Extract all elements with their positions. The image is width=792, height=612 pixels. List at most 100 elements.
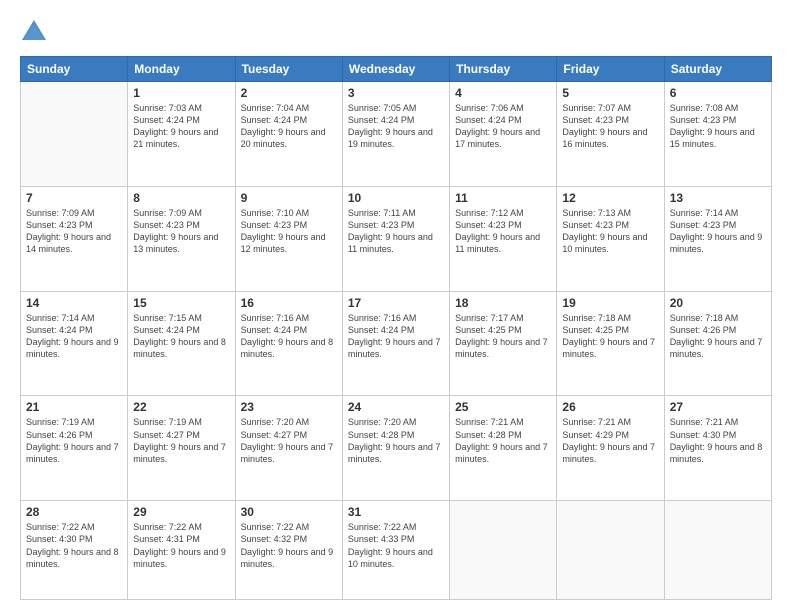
day-number: 27 xyxy=(670,400,766,414)
day-info: Sunrise: 7:07 AMSunset: 4:23 PMDaylight:… xyxy=(562,102,658,151)
weekday-header: Saturday xyxy=(664,57,771,82)
calendar-cell: 10 Sunrise: 7:11 AMSunset: 4:23 PMDayligh… xyxy=(342,186,449,291)
calendar-cell xyxy=(450,501,557,600)
day-info: Sunrise: 7:05 AMSunset: 4:24 PMDaylight:… xyxy=(348,102,444,151)
day-info: Sunrise: 7:22 AMSunset: 4:32 PMDaylight:… xyxy=(241,521,337,570)
calendar-cell xyxy=(557,501,664,600)
day-info: Sunrise: 7:06 AMSunset: 4:24 PMDaylight:… xyxy=(455,102,551,151)
day-number: 22 xyxy=(133,400,229,414)
weekday-header: Monday xyxy=(128,57,235,82)
calendar-cell: 4 Sunrise: 7:06 AMSunset: 4:24 PMDaylight… xyxy=(450,82,557,187)
page: SundayMondayTuesdayWednesdayThursdayFrid… xyxy=(0,0,792,612)
calendar-cell: 6Sunrise: 7:08 AMSunset: 4:23 PMDaylight… xyxy=(664,82,771,187)
day-info: Sunrise: 7:20 AMSunset: 4:27 PMDaylight:… xyxy=(241,416,337,465)
day-info: Sunrise: 7:17 AMSunset: 4:25 PMDaylight:… xyxy=(455,312,551,361)
day-info: Sunrise: 7:22 AMSunset: 4:33 PMDaylight:… xyxy=(348,521,444,570)
calendar-cell: 17 Sunrise: 7:16 AMSunset: 4:24 PMDayligh… xyxy=(342,291,449,396)
day-info: Sunrise: 7:11 AMSunset: 4:23 PMDaylight:… xyxy=(348,207,444,256)
calendar-cell: 18 Sunrise: 7:17 AMSunset: 4:25 PMDayligh… xyxy=(450,291,557,396)
calendar-cell: 12Sunrise: 7:13 AMSunset: 4:23 PMDayligh… xyxy=(557,186,664,291)
calendar-cell: 25 Sunrise: 7:21 AMSunset: 4:28 PMDayligh… xyxy=(450,396,557,501)
calendar-cell: 14 Sunrise: 7:14 AMSunset: 4:24 PMDayligh… xyxy=(21,291,128,396)
calendar-cell: 1 Sunrise: 7:03 AMSunset: 4:24 PMDaylight… xyxy=(128,82,235,187)
day-number: 25 xyxy=(455,400,551,414)
calendar-cell: 20 Sunrise: 7:18 AMSunset: 4:26 PMDayligh… xyxy=(664,291,771,396)
day-info: Sunrise: 7:19 AMSunset: 4:27 PMDaylight:… xyxy=(133,416,229,465)
day-info: Sunrise: 7:10 AMSunset: 4:23 PMDaylight:… xyxy=(241,207,337,256)
day-number: 23 xyxy=(241,400,337,414)
day-number: 1 xyxy=(133,86,229,100)
header xyxy=(20,18,772,46)
weekday-header: Wednesday xyxy=(342,57,449,82)
day-number: 16 xyxy=(241,296,337,310)
calendar-cell: 11Sunrise: 7:12 AMSunset: 4:23 PMDayligh… xyxy=(450,186,557,291)
logo xyxy=(20,18,52,46)
day-info: Sunrise: 7:18 AMSunset: 4:26 PMDaylight:… xyxy=(670,312,766,361)
calendar-cell: 8 Sunrise: 7:09 AMSunset: 4:23 PMDaylight… xyxy=(128,186,235,291)
day-number: 30 xyxy=(241,505,337,519)
day-number: 4 xyxy=(455,86,551,100)
day-number: 6 xyxy=(670,86,766,100)
logo-icon xyxy=(20,18,48,46)
day-info: Sunrise: 7:04 AMSunset: 4:24 PMDaylight:… xyxy=(241,102,337,151)
day-info: Sunrise: 7:19 AMSunset: 4:26 PMDaylight:… xyxy=(26,416,122,465)
calendar-table: SundayMondayTuesdayWednesdayThursdayFrid… xyxy=(20,56,772,600)
calendar-cell: 21 Sunrise: 7:19 AMSunset: 4:26 PMDayligh… xyxy=(21,396,128,501)
day-number: 29 xyxy=(133,505,229,519)
weekday-header: Friday xyxy=(557,57,664,82)
day-info: Sunrise: 7:16 AMSunset: 4:24 PMDaylight:… xyxy=(348,312,444,361)
day-info: Sunrise: 7:12 AMSunset: 4:23 PMDaylight:… xyxy=(455,207,551,256)
day-number: 14 xyxy=(26,296,122,310)
calendar-cell: 2 Sunrise: 7:04 AMSunset: 4:24 PMDaylight… xyxy=(235,82,342,187)
day-info: Sunrise: 7:18 AMSunset: 4:25 PMDaylight:… xyxy=(562,312,658,361)
day-number: 24 xyxy=(348,400,444,414)
calendar-cell xyxy=(21,82,128,187)
calendar-cell: 5 Sunrise: 7:07 AMSunset: 4:23 PMDaylight… xyxy=(557,82,664,187)
calendar-cell: 13 Sunrise: 7:14 AMSunset: 4:23 PMDayligh… xyxy=(664,186,771,291)
calendar-cell: 15Sunrise: 7:15 AMSunset: 4:24 PMDayligh… xyxy=(128,291,235,396)
day-number: 17 xyxy=(348,296,444,310)
day-number: 20 xyxy=(670,296,766,310)
calendar-cell xyxy=(664,501,771,600)
day-info: Sunrise: 7:21 AMSunset: 4:30 PMDaylight:… xyxy=(670,416,766,465)
day-info: Sunrise: 7:14 AMSunset: 4:23 PMDaylight:… xyxy=(670,207,766,256)
day-info: Sunrise: 7:15 AMSunset: 4:24 PMDaylight:… xyxy=(133,312,229,361)
day-number: 28 xyxy=(26,505,122,519)
weekday-header: Tuesday xyxy=(235,57,342,82)
calendar-cell: 24 Sunrise: 7:20 AMSunset: 4:28 PMDayligh… xyxy=(342,396,449,501)
calendar-cell: 23 Sunrise: 7:20 AMSunset: 4:27 PMDayligh… xyxy=(235,396,342,501)
day-number: 2 xyxy=(241,86,337,100)
weekday-header: Thursday xyxy=(450,57,557,82)
calendar-cell: 27 Sunrise: 7:21 AMSunset: 4:30 PMDayligh… xyxy=(664,396,771,501)
day-number: 21 xyxy=(26,400,122,414)
calendar-cell: 29Sunrise: 7:22 AMSunset: 4:31 PMDayligh… xyxy=(128,501,235,600)
day-info: Sunrise: 7:20 AMSunset: 4:28 PMDaylight:… xyxy=(348,416,444,465)
day-number: 8 xyxy=(133,191,229,205)
calendar-cell: 7 Sunrise: 7:09 AMSunset: 4:23 PMDaylight… xyxy=(21,186,128,291)
calendar-cell: 26Sunrise: 7:21 AMSunset: 4:29 PMDayligh… xyxy=(557,396,664,501)
day-number: 10 xyxy=(348,191,444,205)
day-info: Sunrise: 7:22 AMSunset: 4:30 PMDaylight:… xyxy=(26,521,122,570)
day-number: 26 xyxy=(562,400,658,414)
day-number: 18 xyxy=(455,296,551,310)
day-info: Sunrise: 7:03 AMSunset: 4:24 PMDaylight:… xyxy=(133,102,229,151)
calendar-cell: 22 Sunrise: 7:19 AMSunset: 4:27 PMDayligh… xyxy=(128,396,235,501)
day-info: Sunrise: 7:14 AMSunset: 4:24 PMDaylight:… xyxy=(26,312,122,361)
weekday-header: Sunday xyxy=(21,57,128,82)
calendar-cell: 31 Sunrise: 7:22 AMSunset: 4:33 PMDayligh… xyxy=(342,501,449,600)
day-number: 31 xyxy=(348,505,444,519)
calendar-cell: 9 Sunrise: 7:10 AMSunset: 4:23 PMDaylight… xyxy=(235,186,342,291)
day-number: 7 xyxy=(26,191,122,205)
day-number: 5 xyxy=(562,86,658,100)
calendar-cell: 28 Sunrise: 7:22 AMSunset: 4:30 PMDayligh… xyxy=(21,501,128,600)
calendar-cell: 16 Sunrise: 7:16 AMSunset: 4:24 PMDayligh… xyxy=(235,291,342,396)
calendar-cell: 30 Sunrise: 7:22 AMSunset: 4:32 PMDayligh… xyxy=(235,501,342,600)
day-number: 3 xyxy=(348,86,444,100)
day-info: Sunrise: 7:16 AMSunset: 4:24 PMDaylight:… xyxy=(241,312,337,361)
day-number: 13 xyxy=(670,191,766,205)
day-info: Sunrise: 7:09 AMSunset: 4:23 PMDaylight:… xyxy=(26,207,122,256)
day-number: 9 xyxy=(241,191,337,205)
day-info: Sunrise: 7:21 AMSunset: 4:28 PMDaylight:… xyxy=(455,416,551,465)
calendar-cell: 3 Sunrise: 7:05 AMSunset: 4:24 PMDaylight… xyxy=(342,82,449,187)
day-info: Sunrise: 7:09 AMSunset: 4:23 PMDaylight:… xyxy=(133,207,229,256)
